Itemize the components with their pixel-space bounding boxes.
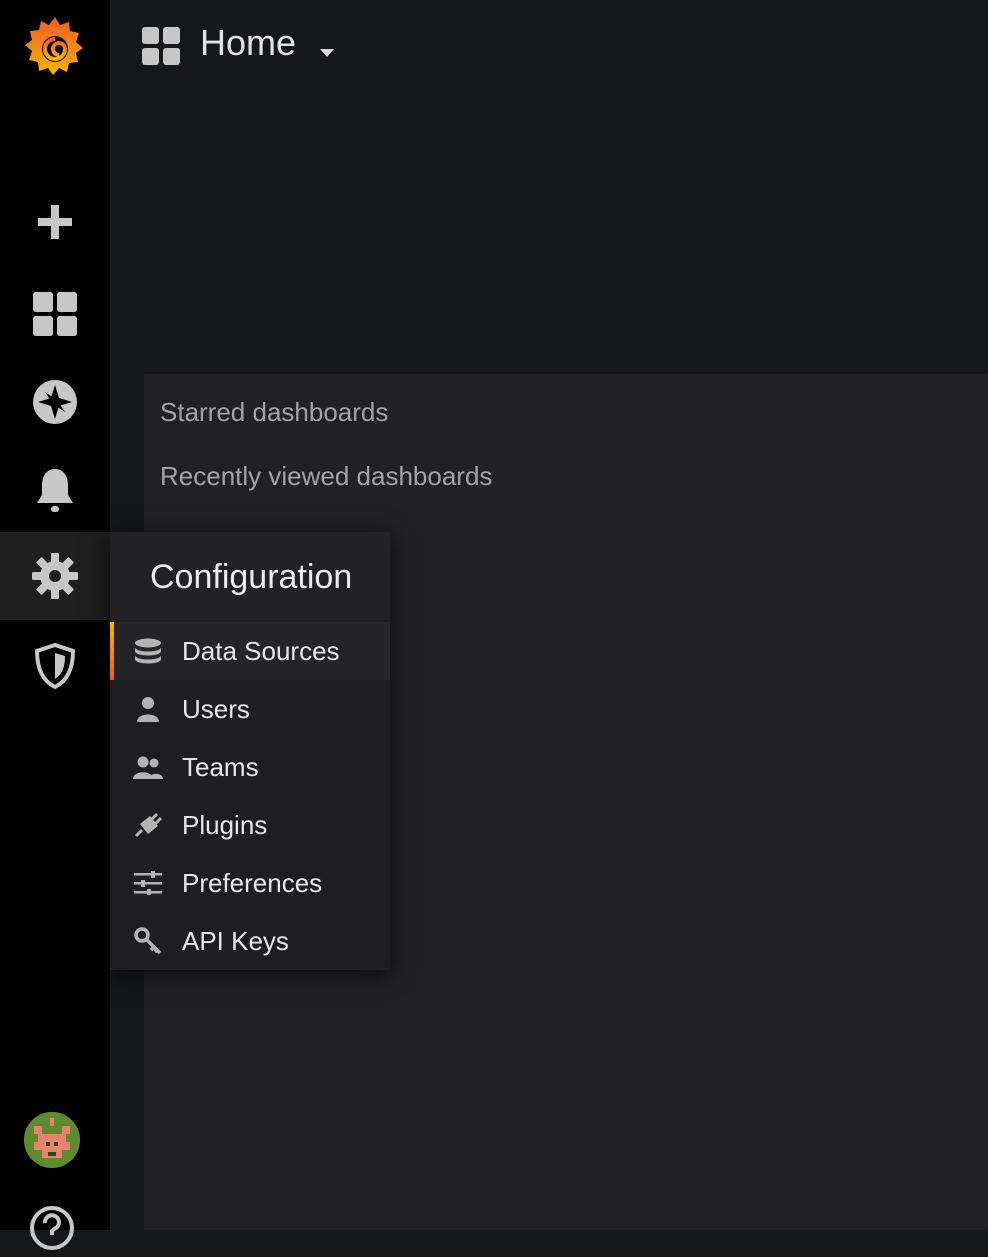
menu-item-data-sources[interactable]: Data Sources: [110, 622, 390, 680]
compass-icon[interactable]: [0, 372, 110, 432]
page-title: Home: [200, 22, 297, 63]
dashboards-grid-icon[interactable]: [142, 27, 180, 65]
configuration-menu: Configuration Data Sources Users Teams P…: [110, 532, 390, 970]
database-icon: [132, 638, 164, 664]
recent-dashboards-heading[interactable]: Recently viewed dashboards: [160, 461, 492, 492]
dashboard-picker[interactable]: Home: [200, 22, 335, 66]
grafana-logo-icon[interactable]: [0, 8, 110, 88]
menu-item-teams[interactable]: Teams: [110, 738, 390, 796]
menu-title[interactable]: Configuration: [150, 558, 352, 597]
side-menu: [0, 0, 110, 1250]
bell-icon[interactable]: [0, 460, 110, 520]
starred-dashboards-heading[interactable]: Starred dashboards: [160, 397, 388, 428]
plug-icon: [132, 812, 164, 838]
shield-icon[interactable]: [0, 636, 110, 696]
menu-item-plugins[interactable]: Plugins: [110, 796, 390, 854]
menu-item-label: Teams: [182, 752, 259, 782]
menu-item-preferences[interactable]: Preferences: [110, 854, 390, 912]
sliders-icon: [132, 870, 164, 896]
menu-item-label: Users: [182, 694, 250, 724]
menu-item-label: Plugins: [182, 810, 268, 840]
chevron-down-icon: [320, 24, 335, 66]
menu-item-users[interactable]: Users: [110, 680, 390, 738]
user-icon: [132, 696, 164, 722]
menu-item-api-keys[interactable]: API Keys: [110, 912, 390, 970]
users-icon: [132, 754, 164, 780]
menu-item-label: API Keys: [182, 926, 289, 956]
menu-item-label: Preferences: [182, 868, 323, 898]
key-icon: [132, 927, 164, 955]
avatar[interactable]: [24, 1112, 80, 1168]
help-icon[interactable]: [28, 1204, 76, 1252]
menu-item-label: Data Sources: [182, 636, 340, 666]
menu-header: Configuration: [110, 532, 390, 620]
dashboards-grid-icon[interactable]: [0, 284, 110, 344]
plus-icon[interactable]: [0, 192, 110, 252]
gear-icon[interactable]: [0, 532, 110, 620]
